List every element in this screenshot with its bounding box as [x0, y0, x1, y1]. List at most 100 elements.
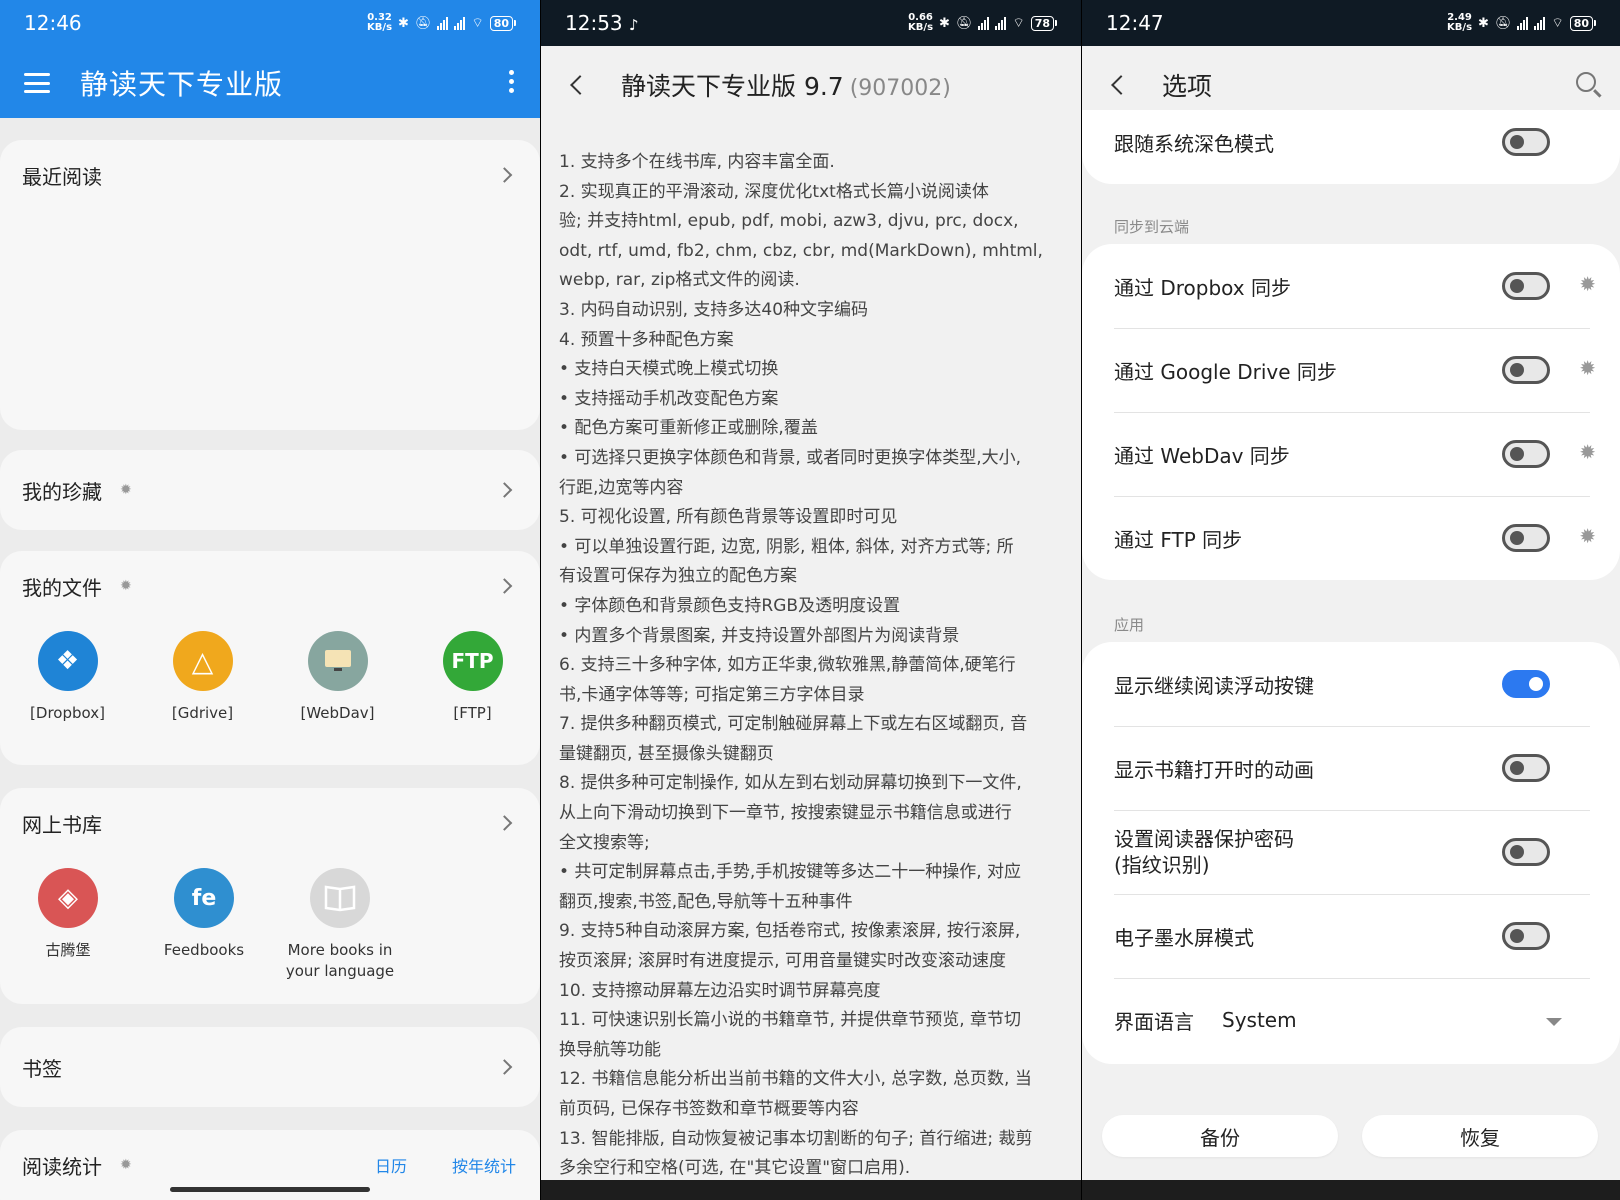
page-title: 静读天下专业版 9.7 (907002): [621, 72, 951, 101]
setting-label: 通过 Dropbox 同步: [1114, 275, 1291, 300]
status-icons: 2.49 KB/s ✱ 🔕︎ ⌔ 80: [1447, 13, 1596, 33]
status-bar: 12:53 ♪ 0.66 KB/s ✱ 🔕︎ ⌔ 78: [541, 0, 1081, 46]
reader-password-switch[interactable]: [1502, 838, 1550, 866]
network-speed: 0.32 KB/s: [367, 12, 393, 33]
gear-icon[interactable]: ✹: [1579, 440, 1596, 464]
library-feedbooks[interactable]: fe Feedbooks: [136, 868, 272, 982]
gear-icon[interactable]: ✹: [120, 482, 132, 498]
file-source-ftp[interactable]: FTP [FTP]: [405, 631, 540, 724]
about-screen: 12:53 ♪ 0.66 KB/s ✱ 🔕︎ ⌔ 78 静读天下专业版 9.7 (9…: [541, 0, 1081, 1200]
sync-gdrive-switch[interactable]: [1502, 356, 1550, 384]
gear-icon[interactable]: ✹: [120, 1157, 132, 1173]
language-value[interactable]: System: [1222, 1008, 1297, 1032]
app-bar: 12:46 0.32 KB/s ✱ 🔕︎ ⌔ 80 静读天下专业版: [0, 0, 540, 118]
file-source-webdav[interactable]: [WebDav]: [270, 631, 405, 724]
network-speed: 0.66 KB/s: [908, 12, 934, 33]
options-screen: 12:47 2.49 KB/s ✱ 🔕︎ ⌔ 80 选项 跟随系统深色模式 同步到…: [1082, 0, 1620, 1200]
chevron-right-icon[interactable]: [496, 815, 513, 831]
file-source-gdrive[interactable]: △ [Gdrive]: [135, 631, 270, 724]
app-title: 静读天下专业版: [80, 68, 284, 101]
gutenberg-icon: ◈: [38, 868, 98, 928]
back-arrow-icon[interactable]: [1111, 75, 1131, 95]
more-options-icon[interactable]: [509, 70, 514, 93]
setting-label: 通过 FTP 同步: [1114, 527, 1243, 552]
status-time: 12:47: [1106, 11, 1164, 35]
sync-settings-card: 通过 Dropbox 同步 ✹ 通过 Google Drive 同步 ✹ 通过 …: [1082, 244, 1620, 580]
calendar-link[interactable]: 日历: [375, 1130, 407, 1200]
feature-line: 从上向下滑动切换到下一章节, 按搜索键显示书籍信息或进行: [559, 803, 1012, 824]
feature-line: • 可选择只更换字体颜色和背景, 或者同时更换字体类型,大小,: [559, 447, 1022, 468]
restore-button[interactable]: 恢复: [1362, 1115, 1598, 1157]
recent-reading-card[interactable]: 最近阅读: [0, 140, 540, 430]
favorites-card[interactable]: 我的珍藏 ✹: [0, 450, 540, 530]
dropdown-arrow-icon[interactable]: [1546, 1018, 1562, 1026]
wifi-icon: ⌔: [1012, 16, 1025, 31]
file-source-label: [Gdrive]: [171, 704, 234, 722]
page-title: 选项: [1162, 72, 1213, 101]
menu-icon[interactable]: [24, 73, 50, 93]
status-icons: 0.66 KB/s ✱ 🔕︎ ⌔ 78: [908, 13, 1057, 33]
toolbar: 静读天下专业版: [0, 50, 540, 116]
google-drive-icon: △: [172, 631, 233, 691]
bookmarks-card[interactable]: 书签: [0, 1027, 540, 1107]
show-resume-button-switch[interactable]: [1502, 670, 1550, 698]
feature-line: odt, rtf, umd, fb2, chm, cbz, cbr, md(Ma…: [559, 240, 1043, 261]
bluetooth-icon: ✱: [939, 15, 950, 31]
chevron-right-icon[interactable]: [496, 167, 513, 183]
tiktok-icon: ♪: [629, 16, 639, 34]
chevron-right-icon[interactable]: [496, 1059, 513, 1075]
battery-icon: 80: [1569, 15, 1596, 31]
sync-dropbox-switch[interactable]: [1502, 272, 1550, 300]
follow-dark-mode-switch[interactable]: [1502, 128, 1550, 156]
section-sync-label: 同步到云端: [1114, 218, 1190, 236]
status-time: 12:46: [24, 11, 82, 35]
bluetooth-icon: ✱: [398, 15, 409, 31]
backup-button[interactable]: 备份: [1102, 1115, 1338, 1157]
status-bar: 12:47 2.49 KB/s ✱ 🔕︎ ⌔ 80: [1082, 0, 1620, 46]
feature-line: 11. 可快速识别长篇小说的书籍章节, 并提供章节预览, 章节切: [559, 1010, 1022, 1031]
gear-icon[interactable]: ✹: [1579, 272, 1596, 296]
setting-label: 通过 Google Drive 同步: [1114, 359, 1337, 384]
feature-line: 9. 支持5种自动滚屏方案, 包括卷帘式, 按像素滚屏, 按行滚屏,: [559, 921, 1021, 942]
library-label: 古腾堡: [45, 941, 91, 959]
feature-line: • 共可定制屏幕点击,手势,手机按键等多达二十一种操作, 对应: [559, 862, 1022, 883]
gear-icon[interactable]: ✹: [1579, 524, 1596, 548]
setting-label: 通过 WebDav 同步: [1114, 443, 1290, 468]
ftp-icon: FTP: [442, 631, 503, 691]
gesture-bar: [170, 1187, 370, 1192]
signal-icon: [454, 16, 466, 30]
feature-line: 6. 支持三十多种字体, 如方正华隶,微软雅黑,静蕾简体,硬笔行: [559, 655, 1016, 676]
back-arrow-icon[interactable]: [570, 75, 590, 95]
feature-line: • 支持白天模式晚上模式切换: [559, 359, 779, 380]
gear-icon[interactable]: ✹: [120, 578, 132, 594]
feature-line: • 可以单独设置行距, 边宽, 阴影, 粗体, 斜体, 对齐方式等; 所: [559, 536, 1014, 557]
chevron-right-icon[interactable]: [496, 482, 513, 498]
feature-line: webp, rar, zip格式文件的阅读.: [559, 270, 800, 291]
chevron-right-icon[interactable]: [496, 578, 513, 594]
feature-line: • 支持摇动手机改变配色方案: [559, 388, 779, 409]
feature-line: 3. 内码自动识别, 支持多达40种文字编码: [559, 299, 869, 320]
signal-icon: [978, 16, 990, 30]
book-open-animation-switch[interactable]: [1502, 754, 1550, 782]
setting-label: 界面语言: [1114, 1009, 1194, 1034]
file-source-label: [Dropbox]: [30, 704, 105, 722]
library-label: More books in your language: [285, 941, 395, 980]
yearly-stats-link[interactable]: 按年统计: [452, 1130, 516, 1200]
battery-icon: 78: [1030, 15, 1057, 31]
gear-icon[interactable]: ✹: [1579, 356, 1596, 380]
search-icon[interactable]: [1576, 72, 1596, 92]
language-row[interactable]: 界面语言 System: [1114, 978, 1620, 1062]
favorites-title: 我的珍藏: [22, 479, 102, 504]
feature-line: 量键翻页, 甚至摄像头键翻页: [559, 743, 774, 764]
bookmarks-title: 书签: [22, 1056, 62, 1081]
status-bar: 12:46 0.32 KB/s ✱ 🔕︎ ⌔ 80: [0, 0, 540, 46]
setting-label: 设置阅读器保护密码 (指纹识别): [1114, 827, 1294, 877]
sync-webdav-switch[interactable]: [1502, 440, 1550, 468]
library-more-books[interactable]: More books in your language: [272, 868, 408, 982]
library-gutenberg[interactable]: ◈ 古腾堡: [0, 868, 136, 982]
file-source-dropbox[interactable]: ❖ [Dropbox]: [0, 631, 135, 724]
sync-ftp-switch[interactable]: [1502, 524, 1550, 552]
nav-bar-background: [1082, 1180, 1620, 1200]
eink-mode-switch[interactable]: [1502, 922, 1550, 950]
feature-line: 前页码, 已保存书签数和章节概要等内容: [559, 1099, 859, 1119]
